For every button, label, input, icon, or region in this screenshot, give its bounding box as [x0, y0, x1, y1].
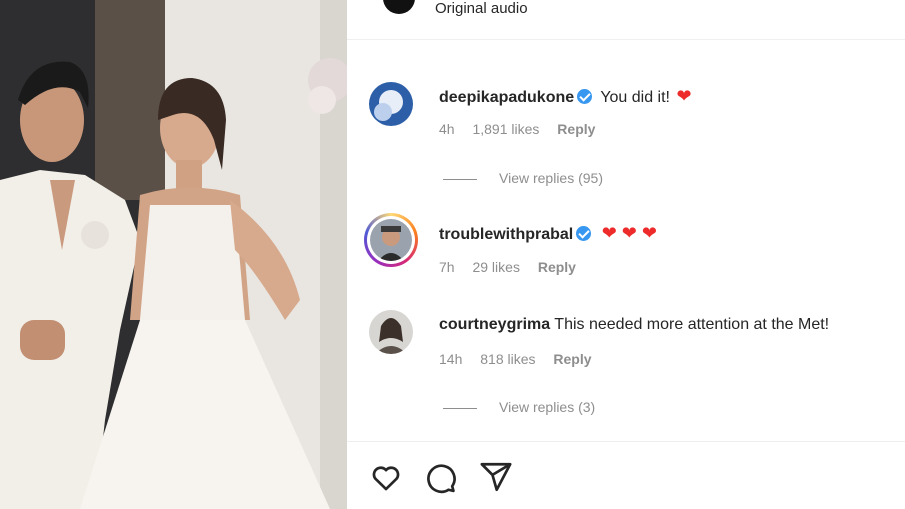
view-replies-dash	[443, 178, 477, 180]
reply-button[interactable]: Reply	[538, 259, 576, 275]
comment-meta: 4h 1,891 likes Reply	[439, 121, 609, 137]
avatar-image	[369, 310, 413, 354]
heart-icon[interactable]	[369, 460, 403, 494]
author-avatar[interactable]	[383, 0, 415, 14]
avatar	[367, 216, 415, 264]
avatar-image	[370, 219, 412, 261]
comment-username[interactable]: courtneygrima	[439, 316, 550, 333]
story-ring[interactable]	[364, 213, 418, 267]
avatar[interactable]	[369, 82, 413, 126]
original-audio-link[interactable]: Original audio	[435, 0, 528, 17]
comment-likes[interactable]: 29 likes	[472, 259, 519, 275]
post-photo	[0, 0, 347, 509]
reply-button[interactable]: Reply	[557, 121, 595, 137]
comment-text: courtneygrima This needed more attention…	[439, 316, 829, 334]
actions-divider	[347, 441, 905, 442]
view-replies-label: View replies (95)	[499, 170, 604, 186]
view-replies-label: View replies (3)	[499, 399, 596, 415]
comment-time: 14h	[439, 351, 463, 367]
comments-panel: Original audio deepikapadukone You did i…	[347, 0, 905, 509]
view-replies-button[interactable]: View replies (95)	[443, 170, 603, 186]
comment-text: deepikapadukone You did it! ❤	[439, 86, 692, 107]
comment-time: 4h	[439, 121, 455, 137]
avatar-image	[369, 82, 413, 126]
comment-time: 7h	[439, 259, 455, 275]
avatar-illustration	[370, 219, 412, 261]
comment-username[interactable]: troublewithprabal	[439, 226, 573, 243]
comment-likes[interactable]: 818 likes	[480, 351, 535, 367]
comment-meta: 14h 818 likes Reply	[439, 351, 606, 367]
post-photo-illustration	[0, 0, 347, 509]
comment-text: troublewithprabal ❤ ❤ ❤	[439, 223, 657, 244]
comment-likes[interactable]: 1,891 likes	[472, 121, 539, 137]
share-icon[interactable]	[479, 460, 513, 494]
view-replies-button[interactable]: View replies (3)	[443, 399, 595, 415]
reply-button[interactable]: Reply	[553, 351, 591, 367]
comment-username[interactable]: deepikapadukone	[439, 89, 574, 106]
comment-body: This needed more attention at the Met!	[554, 316, 830, 333]
comment-icon[interactable]	[423, 460, 457, 494]
heart-emoji: ❤	[676, 86, 692, 106]
heart-emoji: ❤ ❤ ❤	[601, 223, 657, 243]
post-header: Original audio	[347, 0, 905, 40]
comment-meta: 7h 29 likes Reply	[439, 259, 590, 275]
verified-badge-icon	[577, 89, 593, 104]
avatar[interactable]	[369, 310, 413, 354]
verified-badge-icon	[576, 226, 592, 241]
comment-body: You did it!	[600, 89, 670, 106]
view-replies-dash	[443, 407, 477, 409]
